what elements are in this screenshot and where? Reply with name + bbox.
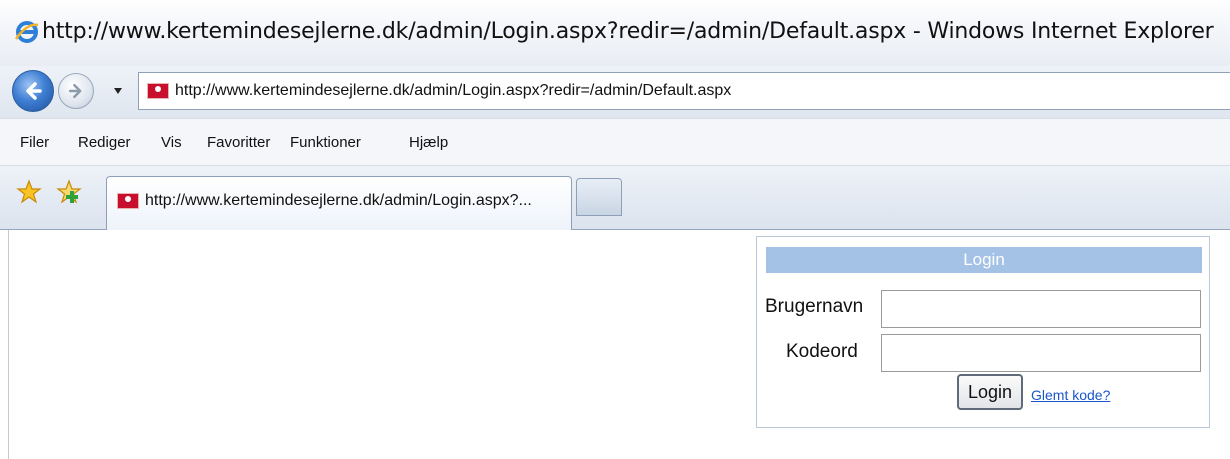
add-favorite-icon[interactable]: [56, 179, 82, 205]
window-titlebar: http://www.kertemindesejlerne.dk/admin/L…: [0, 0, 1230, 66]
menu-item-vis[interactable]: Vis: [161, 134, 182, 151]
username-input[interactable]: [881, 290, 1201, 328]
menu-item-rediger[interactable]: Rediger: [78, 134, 131, 151]
chevron-down-icon[interactable]: [112, 85, 124, 97]
address-input[interactable]: http://www.kertemindesejlerne.dk/admin/L…: [175, 82, 731, 100]
back-button[interactable]: [12, 70, 54, 112]
password-input[interactable]: [881, 334, 1201, 372]
login-button[interactable]: Login: [957, 374, 1023, 410]
favorites-star-icon[interactable]: [16, 179, 42, 205]
menu-item-favoritter[interactable]: Favoritter: [207, 134, 270, 151]
arrow-right-icon: [68, 83, 82, 99]
navigation-bar: http://www.kertemindesejlerne.dk/admin/L…: [0, 66, 1230, 118]
tab-bar: http://www.kertemindesejlerne.dk/admin/L…: [0, 166, 1230, 230]
username-label: Brugernavn: [765, 296, 864, 317]
login-header: Login: [766, 247, 1202, 273]
login-panel: Login Brugernavn Kodeord Login Glemt kod…: [756, 236, 1210, 428]
ie-logo-icon: [14, 21, 39, 43]
menu-item-hjaelp[interactable]: Hjælp: [409, 134, 448, 151]
forward-button[interactable]: [58, 73, 94, 109]
site-favicon-icon: [147, 83, 169, 99]
forgot-password-link[interactable]: Glemt kode?: [1031, 387, 1110, 403]
window-title: http://www.kertemindesejlerne.dk/admin/L…: [42, 19, 1214, 44]
tab-favicon-icon: [117, 193, 139, 209]
tab-label: http://www.kertemindesejlerne.dk/admin/L…: [145, 192, 532, 209]
new-tab-button[interactable]: [576, 178, 622, 216]
tab-login-page[interactable]: http://www.kertemindesejlerne.dk/admin/L…: [106, 176, 572, 230]
password-label: Kodeord: [786, 341, 858, 362]
arrow-left-icon: [26, 82, 42, 100]
content-divider: [8, 230, 9, 459]
address-bar[interactable]: http://www.kertemindesejlerne.dk/admin/L…: [138, 72, 1230, 110]
menu-item-funktioner[interactable]: Funktioner: [290, 134, 361, 151]
menu-bar: Filer Rediger Vis Favoritter Funktioner …: [0, 118, 1230, 166]
menu-item-filer[interactable]: Filer: [20, 134, 49, 151]
page-content: Login Brugernavn Kodeord Login Glemt kod…: [0, 230, 1230, 459]
